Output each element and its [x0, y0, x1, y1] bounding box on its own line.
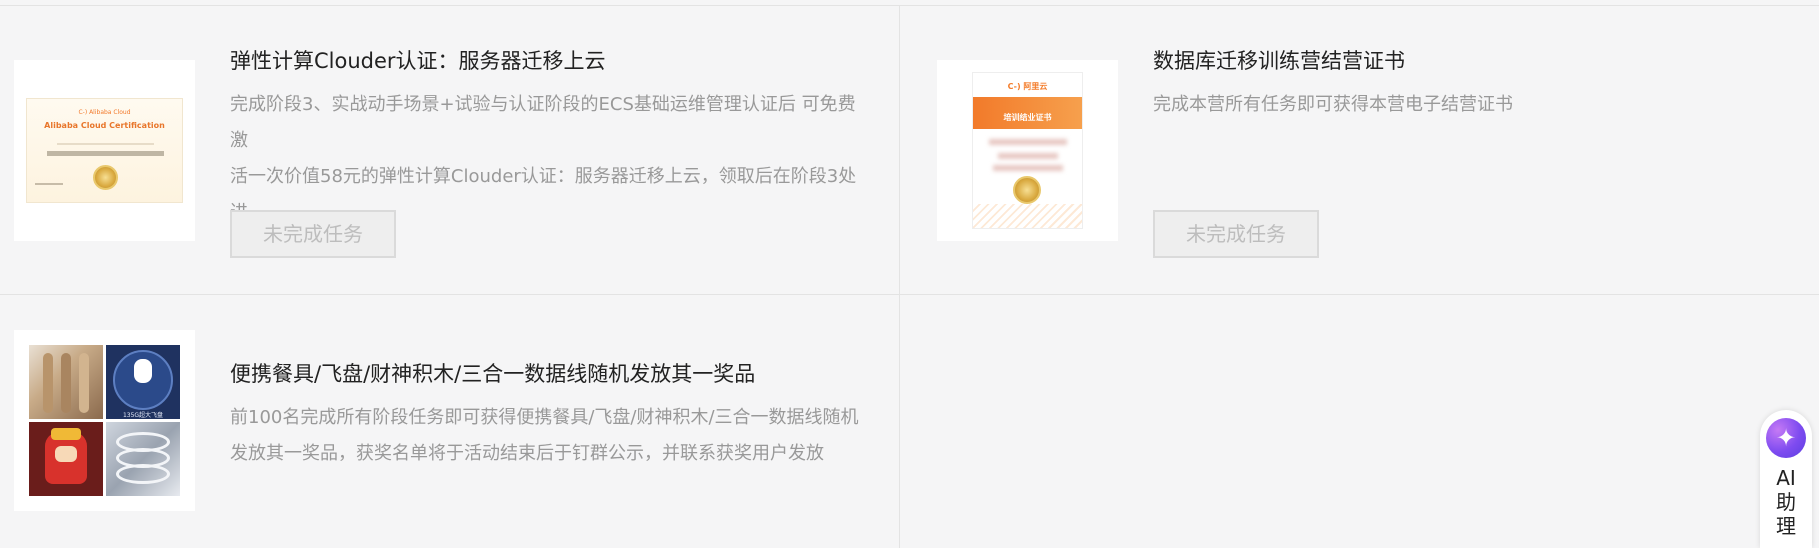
ai-assistant-button[interactable]: ✦ AI 助 理: [1760, 410, 1812, 548]
cutlery-image: [29, 345, 103, 419]
certificate-image: C-) Alibaba Cloud Alibaba Cloud Certific…: [26, 98, 183, 203]
building-blocks-image: [29, 422, 103, 496]
astronaut-icon: [134, 359, 152, 383]
seal-icon: [93, 165, 118, 190]
reward-description: 完成本营所有任务即可获得本营电子结营证书: [1153, 94, 1513, 115]
certificate-brand: C-) Alibaba Cloud: [78, 109, 131, 116]
ai-assistant-label: AI 助 理: [1776, 466, 1796, 538]
frisbee-image: 135G超大飞盘: [106, 345, 180, 419]
reward-description: 前100名完成所有阶段任务即可获得便携餐具/飞盘/财神积木/三合一数据线随机 发…: [230, 407, 859, 464]
incomplete-task-button[interactable]: 未完成任务: [1153, 210, 1319, 258]
cable-image: [106, 422, 180, 496]
certificate-thumbnail: C-) Alibaba Cloud Alibaba Cloud Certific…: [14, 60, 195, 241]
certificate-image: C-) 阿里云 培训结业证书: [972, 72, 1083, 229]
certificate-thumbnail: C-) 阿里云 培训结业证书: [937, 60, 1118, 241]
seal-icon: [1013, 176, 1041, 204]
certificate-heading: 培训结业证书: [1003, 113, 1052, 122]
certificate-heading: Alibaba Cloud Certification: [44, 121, 165, 130]
reward-title: 数据库迁移训练营结营证书: [1153, 49, 1405, 73]
prize-thumbnail: 135G超大飞盘: [14, 330, 195, 511]
row-divider: [0, 294, 1819, 295]
sparkle-icon: ✦: [1766, 418, 1806, 458]
reward-title: 弹性计算Clouder认证：服务器迁移上云: [230, 49, 606, 73]
incomplete-task-button[interactable]: 未完成任务: [230, 210, 396, 258]
column-divider: [899, 6, 900, 548]
certificate-brand: C-) 阿里云: [1007, 82, 1048, 91]
reward-title: 便携餐具/飞盘/财神积木/三合一数据线随机发放其一奖品: [230, 362, 756, 386]
